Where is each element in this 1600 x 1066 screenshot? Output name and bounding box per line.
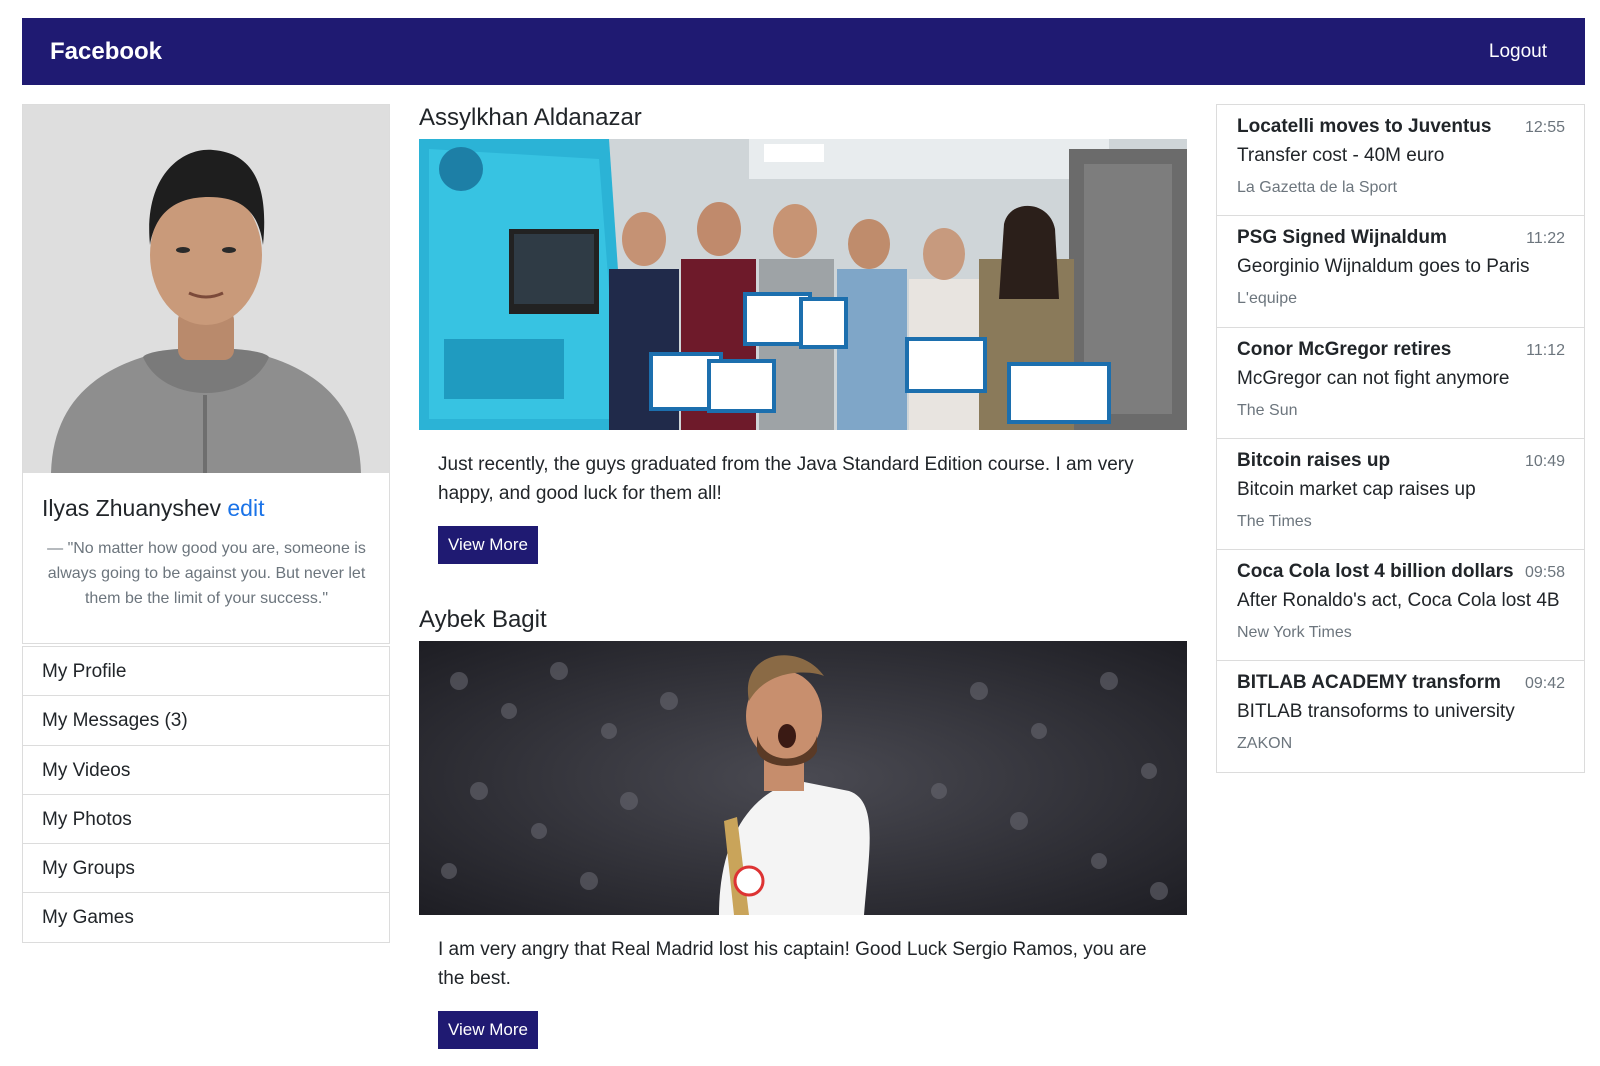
profile-photo bbox=[23, 105, 389, 473]
logout-link[interactable]: Logout bbox=[1489, 41, 1547, 63]
sidebar-item-my-videos[interactable]: My Videos bbox=[23, 745, 389, 795]
news-time: 11:22 bbox=[1526, 230, 1565, 248]
news-title: BITLAB ACADEMY transform bbox=[1237, 672, 1501, 694]
post-author: Assylkhan Aldanazar bbox=[419, 104, 642, 131]
top-navbar: Facebook Logout bbox=[22, 18, 1585, 85]
post: Aybek Bagit I am very angry that Real Ma… bbox=[419, 603, 1187, 1049]
news-source: La Gazetta de la Sport bbox=[1237, 179, 1398, 196]
news-time: 12:55 bbox=[1524, 119, 1565, 136]
news-description: BITLAB transoforms to university bbox=[1237, 701, 1515, 723]
post-text: Just recently, the guys graduated from t… bbox=[438, 454, 1134, 504]
news-source: New York Times bbox=[1237, 624, 1352, 642]
profile-card: Ilyas Zhuanyshev edit — "No matter how g… bbox=[22, 104, 390, 644]
post-author: Aybek Bagit bbox=[419, 606, 547, 633]
news-item[interactable]: Bitcoin raises up 10:49 Bitcoin market c… bbox=[1217, 439, 1584, 551]
news-title: Locatelli moves to Juventus bbox=[1237, 116, 1492, 137]
news-time: 11:12 bbox=[1526, 341, 1565, 359]
news-item[interactable]: Conor McGregor retires 11:12 McGregor ca… bbox=[1217, 328, 1584, 439]
profile-name: Ilyas Zhuanyshev bbox=[42, 495, 221, 521]
news-item[interactable]: BITLAB ACADEMY transform 09:42 BITLAB tr… bbox=[1217, 661, 1584, 773]
graduation-photo bbox=[419, 139, 1187, 430]
news-description: Transfer cost - 40M euro bbox=[1237, 145, 1445, 166]
profile-quote: — "No matter how good you are, someone i… bbox=[47, 540, 366, 607]
news-time: 09:42 bbox=[1524, 675, 1565, 693]
sidebar-item-my-groups[interactable]: My Groups bbox=[23, 844, 389, 894]
news-title: Bitcoin raises up bbox=[1237, 449, 1391, 471]
news-source: The Times bbox=[1237, 512, 1312, 530]
brand-logo-link[interactable]: Facebook bbox=[50, 38, 162, 66]
sidebar-item-my-games[interactable]: My Games bbox=[23, 893, 389, 943]
sidebar-item-my-profile[interactable]: My Profile bbox=[23, 647, 389, 697]
news-source: The Sun bbox=[1237, 401, 1298, 419]
news-title: Coca Cola lost 4 billion dollars bbox=[1237, 561, 1514, 583]
post-text: I am very angry that Real Madrid lost hi… bbox=[438, 939, 1147, 989]
news-time: 10:49 bbox=[1524, 452, 1565, 470]
news-item[interactable]: PSG Signed Wijnaldum 11:22 Georginio Wij… bbox=[1217, 216, 1584, 328]
news-list: Locatelli moves to Juventus 12:55 Transf… bbox=[1216, 104, 1585, 773]
news-description: Bitcoin market cap raises up bbox=[1237, 478, 1476, 500]
sidebar-menu: My Profile My Messages (3) My Videos My … bbox=[22, 646, 390, 943]
news-title: PSG Signed Wijnaldum bbox=[1237, 227, 1447, 249]
news-description: After Ronaldo's act, Coca Cola lost 4B bbox=[1237, 590, 1560, 612]
view-more-button[interactable]: View More bbox=[438, 1011, 538, 1049]
edit-profile-link[interactable]: edit bbox=[227, 495, 264, 521]
profile-name-line: Ilyas Zhuanyshev edit bbox=[42, 495, 371, 522]
news-source: ZAKON bbox=[1237, 735, 1293, 753]
news-time: 09:58 bbox=[1524, 564, 1565, 582]
news-title: Conor McGregor retires bbox=[1237, 338, 1452, 360]
football-photo bbox=[419, 641, 1187, 915]
news-source: L'equipe bbox=[1237, 290, 1297, 308]
news-item[interactable]: Locatelli moves to Juventus 12:55 Transf… bbox=[1217, 105, 1584, 217]
post: Assylkhan Aldanazar Just recently, the g… bbox=[419, 101, 1187, 564]
post-image bbox=[419, 641, 1187, 915]
news-item[interactable]: Coca Cola lost 4 billion dollars 09:58 A… bbox=[1217, 550, 1584, 662]
post-image bbox=[419, 139, 1187, 430]
avatar bbox=[23, 105, 389, 473]
news-description: Georginio Wijnaldum goes to Paris bbox=[1237, 256, 1530, 278]
news-description: McGregor can not fight anymore bbox=[1237, 367, 1510, 389]
sidebar-item-my-messages[interactable]: My Messages (3) bbox=[23, 696, 389, 746]
view-more-button[interactable]: View More bbox=[438, 526, 538, 564]
sidebar-item-my-photos[interactable]: My Photos bbox=[23, 794, 389, 845]
